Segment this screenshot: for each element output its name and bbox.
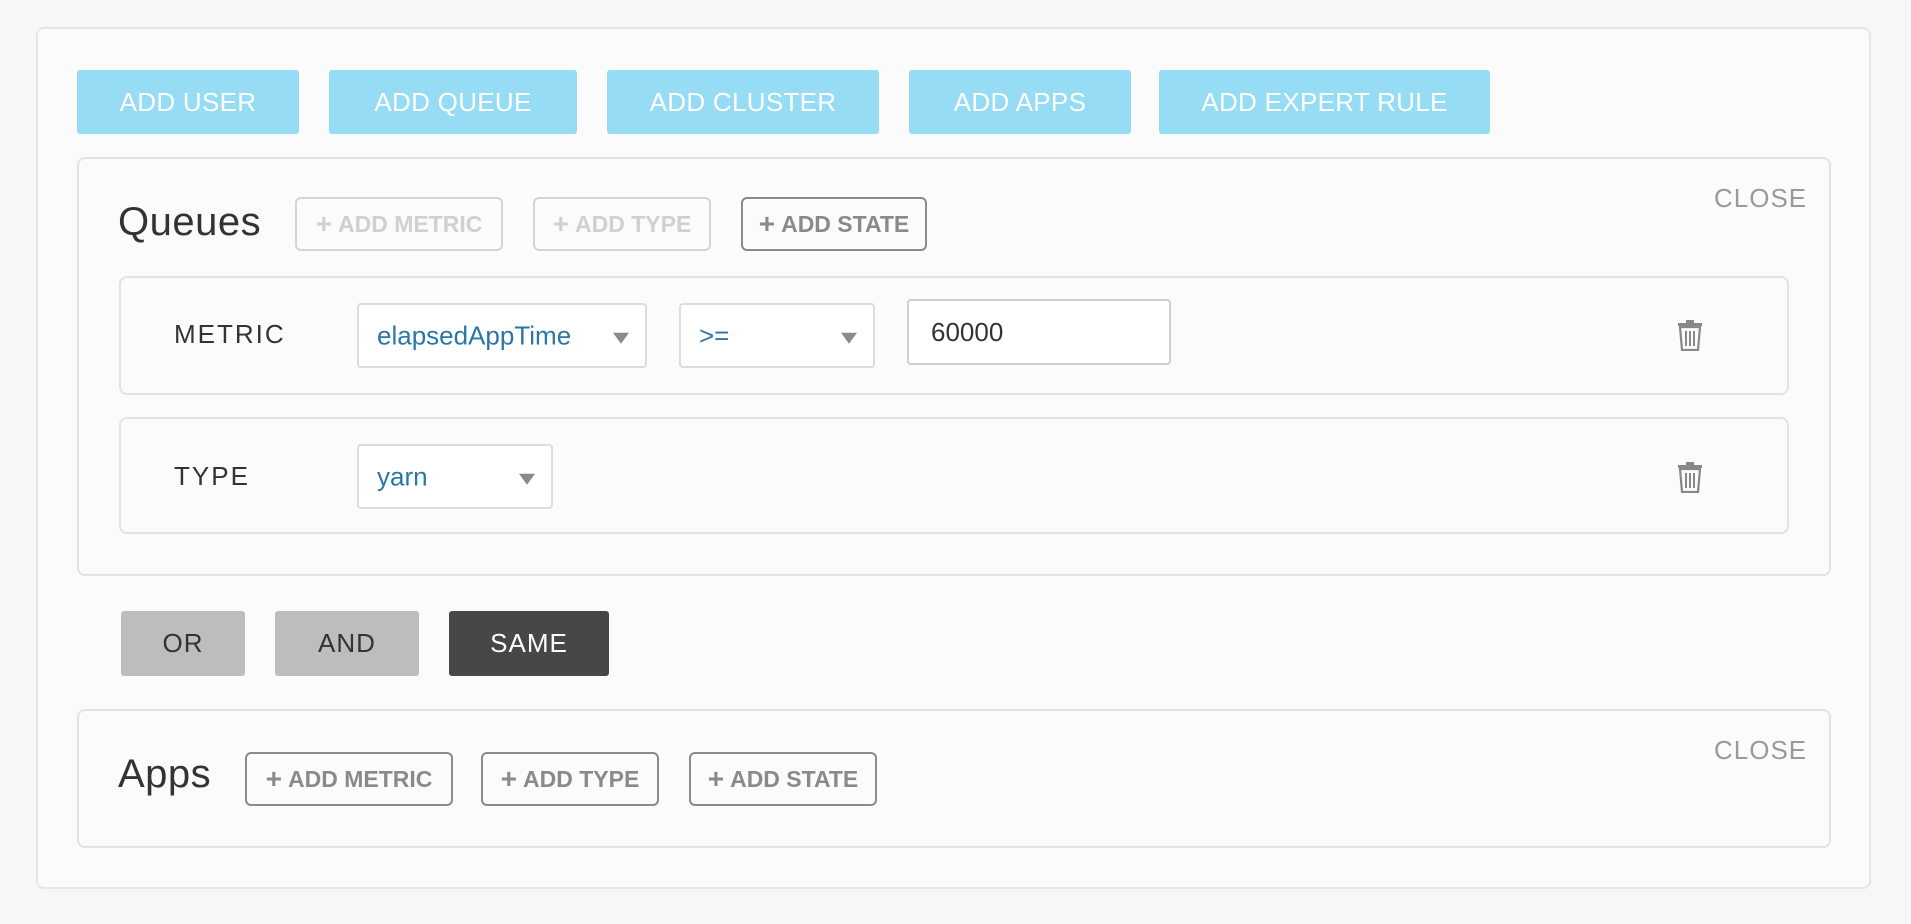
plus-icon: + <box>265 763 282 794</box>
metric-select[interactable]: elapsedAppTime <box>357 303 647 368</box>
add-state-label: ADD STATE <box>781 210 910 237</box>
trash-icon[interactable] <box>1677 319 1703 351</box>
type-select-value: yarn <box>377 461 428 491</box>
metric-value-input[interactable] <box>907 299 1171 365</box>
apps-close-button[interactable]: CLOSE <box>1714 735 1807 766</box>
add-state-label: ADD STATE <box>730 765 859 792</box>
queues-add-metric-button[interactable]: + ADD METRIC <box>295 197 503 251</box>
add-type-label: ADD TYPE <box>575 210 692 237</box>
add-cluster-button[interactable]: ADD CLUSTER <box>607 70 879 134</box>
apps-add-state-button[interactable]: + ADD STATE <box>689 752 877 806</box>
caret-down-icon <box>841 332 857 344</box>
add-metric-label: ADD METRIC <box>287 765 433 792</box>
metric-select-value: elapsedAppTime <box>377 320 572 350</box>
add-metric-label: ADD METRIC <box>337 210 483 237</box>
add-queue-button[interactable]: ADD QUEUE <box>329 70 577 134</box>
logic-same-button[interactable]: SAME <box>449 611 609 676</box>
operator-select-value: >= <box>699 320 730 350</box>
metric-row-label: METRIC <box>174 319 286 349</box>
queues-panel-title: Queues <box>118 200 262 244</box>
logic-or-button[interactable]: OR <box>121 611 245 676</box>
add-user-button[interactable]: ADD USER <box>77 70 299 134</box>
caret-down-icon <box>519 473 535 485</box>
plus-icon: + <box>315 208 332 239</box>
queues-close-button[interactable]: CLOSE <box>1714 183 1807 214</box>
apps-add-metric-button[interactable]: + ADD METRIC <box>245 752 453 806</box>
plus-icon: + <box>707 763 725 794</box>
trash-icon[interactable] <box>1677 461 1703 493</box>
apps-panel-title: Apps <box>118 752 212 796</box>
queues-add-type-button[interactable]: + ADD TYPE <box>533 197 711 251</box>
operator-select[interactable]: >= <box>679 303 875 368</box>
plus-icon: + <box>500 763 518 794</box>
caret-down-icon <box>613 332 629 344</box>
logic-and-button[interactable]: AND <box>275 611 419 676</box>
type-row-label: TYPE <box>174 461 250 491</box>
plus-icon: + <box>552 208 570 239</box>
add-type-label: ADD TYPE <box>523 765 640 792</box>
add-expert-rule-button[interactable]: ADD EXPERT RULE <box>1159 70 1490 134</box>
add-apps-button[interactable]: ADD APPS <box>909 70 1131 134</box>
queues-add-state-button[interactable]: + ADD STATE <box>741 197 927 251</box>
type-select[interactable]: yarn <box>357 444 553 509</box>
apps-add-type-button[interactable]: + ADD TYPE <box>481 752 659 806</box>
plus-icon: + <box>758 208 776 239</box>
